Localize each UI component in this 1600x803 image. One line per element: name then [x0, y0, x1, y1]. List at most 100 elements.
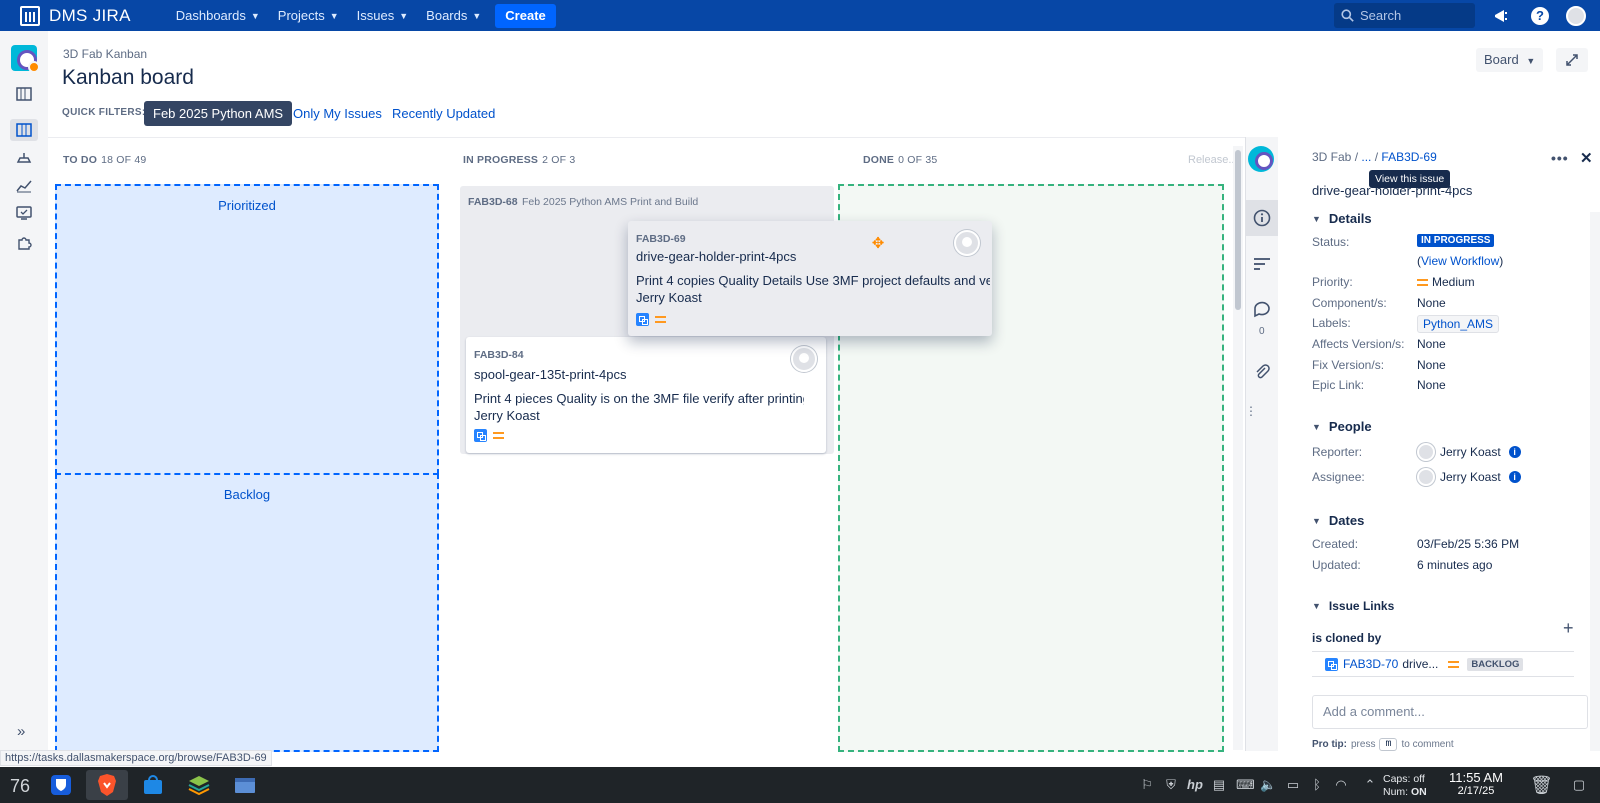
clipboard-icon[interactable]: ▤	[1211, 777, 1227, 793]
view-workflow-link[interactable]: View Workflow	[1421, 254, 1499, 268]
start-menu-icon[interactable]: 76	[0, 770, 42, 800]
linked-issue-row[interactable]: FAB3D-70 drive... BACKLOG	[1312, 651, 1574, 677]
tray-expand-icon[interactable]: ⌃	[1362, 777, 1378, 793]
epic-link-value[interactable]: None	[1417, 378, 1446, 392]
fullscreen-button[interactable]	[1556, 48, 1588, 72]
nav-projects[interactable]: Projects ▼	[278, 8, 339, 23]
nav-issues[interactable]: Issues ▼	[357, 8, 409, 23]
reporter-value[interactable]: Jerry Koast i	[1417, 443, 1521, 461]
battery-icon[interactable]: ▭	[1285, 777, 1301, 793]
dragging-issue-card-fab3d-69[interactable]: FAB3D-69 drive-gear-holder-print-4pcs Pr…	[628, 221, 992, 336]
priority-value[interactable]: Medium	[1417, 275, 1475, 289]
label-tag[interactable]: Python_AMS	[1417, 315, 1500, 333]
info-icon[interactable]: i	[1508, 446, 1521, 458]
security-tray-icon[interactable]: ⛨	[1163, 777, 1179, 793]
bitwarden-icon[interactable]	[40, 770, 82, 800]
user-avatar[interactable]	[1566, 6, 1586, 26]
panel-resize-handle-icon[interactable]: ⋮	[1245, 404, 1257, 418]
clock-time: 11:55 AM	[1449, 770, 1503, 785]
help-icon[interactable]: ?	[1530, 6, 1550, 26]
jira-logo[interactable]: DMS JIRA	[20, 0, 131, 31]
column-name: DONE	[863, 154, 895, 166]
keyboard-icon[interactable]: ⌨	[1236, 777, 1255, 793]
section-details[interactable]: ▼ Details	[1312, 211, 1372, 226]
affects-version-value[interactable]: None	[1417, 337, 1446, 351]
more-actions-icon[interactable]: •••	[1551, 150, 1569, 166]
assignee-value[interactable]: Jerry Koast i	[1417, 468, 1521, 486]
fix-version-value[interactable]: None	[1417, 358, 1446, 372]
vpn-icon[interactable]: ⚐	[1139, 777, 1155, 793]
search-placeholder: Search	[1360, 8, 1402, 23]
issue-key-link[interactable]: FAB3D-69	[1381, 150, 1436, 164]
brave-browser-icon[interactable]	[86, 770, 128, 800]
search-input[interactable]: Search	[1334, 3, 1475, 28]
subtasks-icon[interactable]	[1252, 254, 1272, 274]
assignee-avatar[interactable]	[791, 346, 817, 372]
drop-zone-prioritized[interactable]: Prioritized	[55, 184, 439, 475]
bluetooth-icon[interactable]: ᛒ	[1309, 777, 1325, 793]
detail-scrollbar[interactable]	[1590, 212, 1600, 751]
caps-lock-state: Caps: off	[1383, 773, 1425, 785]
quick-filter-recently-updated[interactable]: Recently Updated	[392, 106, 495, 121]
issues-icon[interactable]	[13, 202, 35, 224]
comment-icon[interactable]	[1252, 300, 1272, 320]
status-badge[interactable]: IN PROGRESS	[1417, 234, 1495, 247]
section-people[interactable]: ▼ People	[1312, 419, 1372, 434]
project-badge-icon	[28, 61, 40, 73]
clock[interactable]: 11:55 AM 2/17/25	[1449, 770, 1503, 797]
add-link-icon[interactable]: +	[1563, 618, 1574, 639]
expand-sidebar-icon[interactable]: »	[17, 723, 25, 740]
column-header-in-progress: IN PROGRESS 2 OF 3	[463, 154, 575, 166]
show-desktop-icon[interactable]: ▢	[1571, 777, 1587, 793]
layers-app-icon[interactable]	[178, 770, 220, 800]
add-comment-input[interactable]: Add a comment...	[1312, 695, 1588, 729]
column-name: IN PROGRESS	[463, 154, 539, 166]
close-icon[interactable]: ✕	[1580, 149, 1593, 167]
info-icon[interactable]	[1252, 208, 1272, 228]
crumb-ellipsis[interactable]: ...	[1361, 150, 1371, 164]
releases-icon[interactable]	[13, 147, 35, 169]
issue-card-fab3d-84[interactable]: FAB3D-84 spool-gear-135t-print-4pcs Prin…	[466, 337, 826, 453]
nav-dashboards[interactable]: Dashboards ▼	[176, 8, 260, 23]
wifi-icon[interactable]: ◠	[1333, 777, 1349, 793]
card-icons	[474, 429, 504, 442]
shortcut-key: m	[1379, 738, 1398, 751]
info-icon[interactable]: i	[1508, 471, 1521, 483]
hp-icon[interactable]: hp	[1187, 777, 1203, 793]
priority-medium-icon	[1448, 660, 1460, 668]
issue-key: FAB3D-69	[636, 233, 686, 245]
reports-icon[interactable]	[13, 175, 35, 197]
file-manager-icon[interactable]	[224, 770, 266, 800]
zone-label: Backlog	[223, 487, 271, 502]
scrollbar-thumb[interactable]	[1235, 150, 1241, 310]
notifications-icon[interactable]	[1492, 6, 1512, 26]
volume-icon[interactable]: 🔈	[1260, 777, 1276, 793]
release-link[interactable]: Release...	[1188, 154, 1238, 166]
components-icon[interactable]	[13, 231, 35, 253]
section-issue-links[interactable]: ▼ Issue Links	[1312, 599, 1394, 613]
board-menu-button[interactable]: Board ▼	[1476, 48, 1544, 72]
attachment-icon[interactable]	[1252, 361, 1272, 381]
nav-boards[interactable]: Boards ▼	[426, 8, 481, 23]
trash-icon[interactable]: 🗑	[1530, 776, 1553, 794]
app-store-icon[interactable]	[132, 770, 174, 800]
section-dates[interactable]: ▼ Dates	[1312, 513, 1364, 528]
quick-filter-only-my-issues[interactable]: Only My Issues	[293, 106, 382, 121]
linked-issue-key[interactable]: FAB3D-70	[1343, 657, 1398, 671]
project-avatar[interactable]	[1248, 146, 1274, 172]
issue-assignee: Jerry Koast	[474, 408, 540, 423]
board-scrollbar[interactable]	[1233, 146, 1243, 750]
column-header-todo: TO DO 18 OF 49	[63, 154, 146, 166]
crumb-project[interactable]: 3D Fab	[1312, 150, 1351, 164]
assignee-avatar[interactable]	[954, 230, 980, 256]
breadcrumb[interactable]: 3D Fab Kanban	[63, 47, 147, 61]
chevron-down-icon: ▼	[1526, 56, 1536, 66]
swimlane-key[interactable]: FAB3D-68	[468, 196, 518, 208]
field-label: Assignee:	[1312, 470, 1365, 484]
board-icon[interactable]	[10, 119, 38, 141]
create-button[interactable]: Create	[495, 3, 556, 28]
quick-filter-feb-2025-python-ams[interactable]: Feb 2025 Python AMS	[144, 101, 293, 126]
component-value[interactable]: None	[1417, 296, 1446, 310]
backlog-icon[interactable]	[13, 83, 35, 105]
drop-zone-backlog[interactable]: Backlog	[55, 473, 439, 752]
